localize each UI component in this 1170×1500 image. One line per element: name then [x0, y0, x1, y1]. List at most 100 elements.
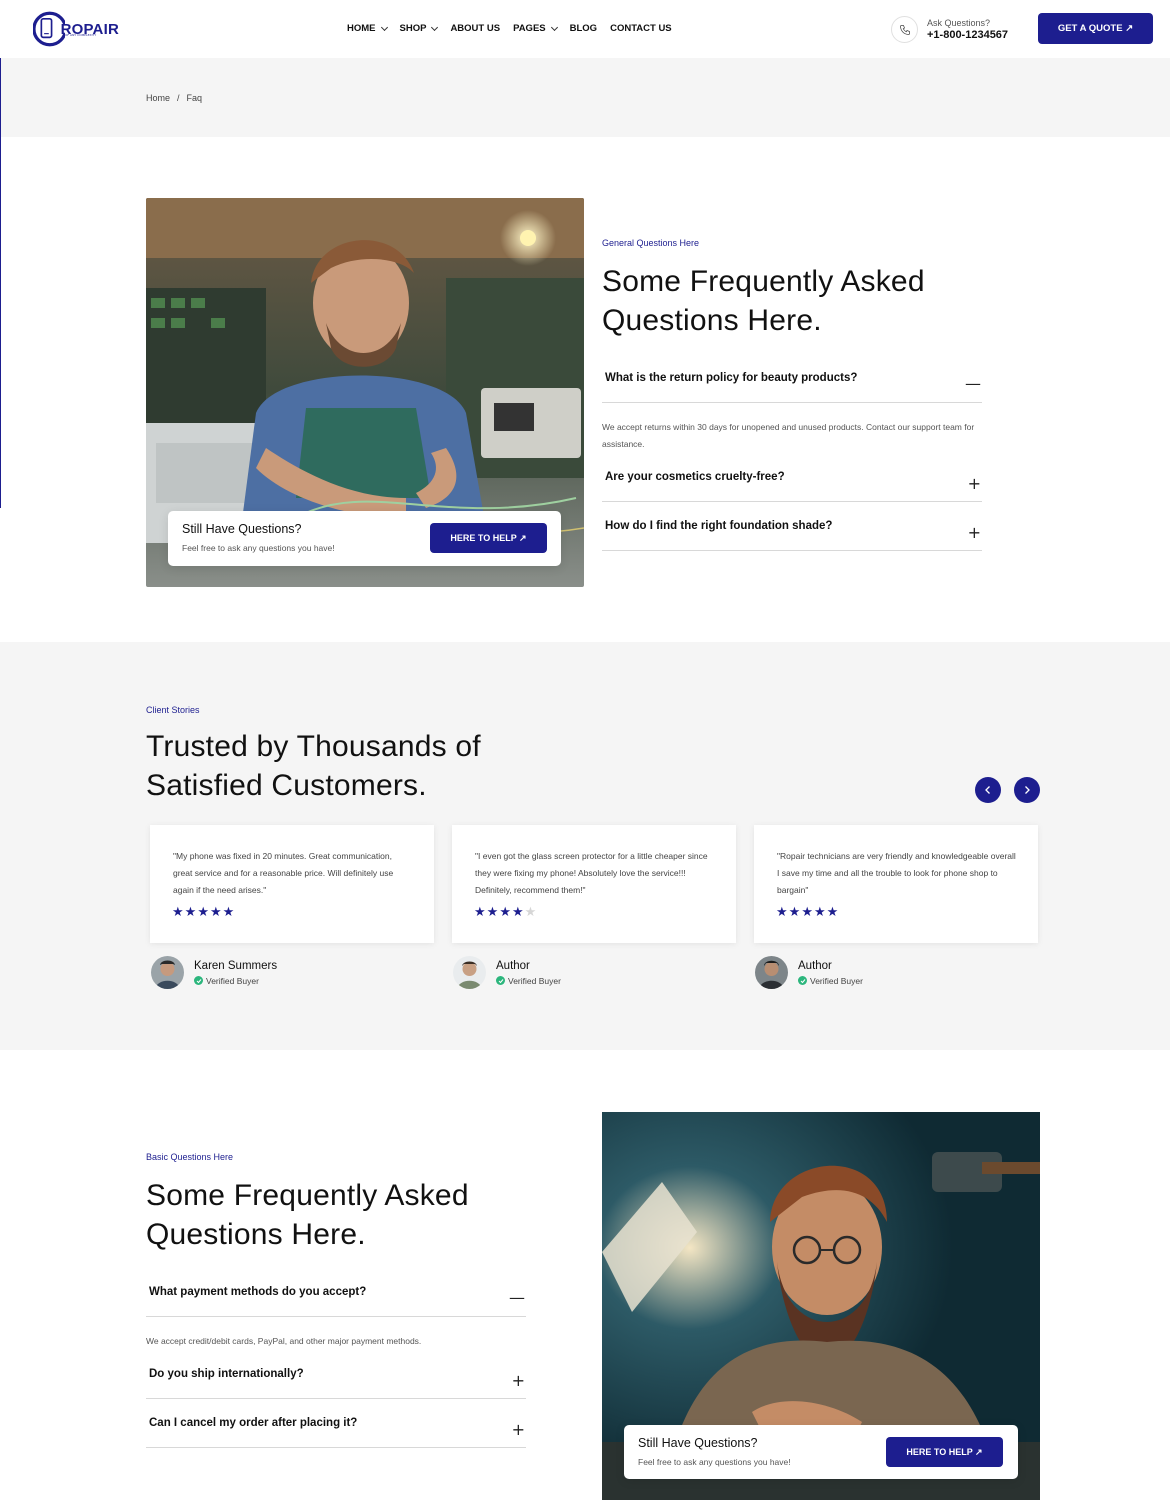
faq-item-2[interactable]: Do you ship internationally? + [146, 1368, 526, 1399]
star-rating: ★★★★★ [474, 905, 537, 920]
testimonials-title-line1: Trusted by Thousands of [146, 730, 481, 763]
star-filled-icon: ★ [172, 905, 185, 920]
star-filled-icon: ★ [184, 905, 198, 920]
star-filled-icon: ★ [813, 905, 827, 920]
author-name: Author [496, 959, 530, 972]
section-eyebrow: General Questions Here [602, 238, 700, 248]
get-a-quote-button[interactable]: GET A QUOTE ↗ [1038, 13, 1153, 44]
nav-item-blog[interactable]: BLOG [570, 23, 597, 34]
faq-title-line2: Questions Here. [146, 1218, 366, 1251]
minus-icon: — [965, 374, 981, 393]
section-eyebrow: Basic Questions Here [146, 1152, 234, 1162]
section-eyebrow: Client Stories [146, 705, 200, 715]
plus-icon: + [511, 1420, 525, 1439]
testimonial-text: "My phone was fixed in 20 minutes. Great… [173, 851, 394, 895]
star-filled-icon: ★ [788, 905, 802, 920]
verified-badge: Verified Buyer [496, 976, 561, 986]
nav-label: CONTACT US [610, 23, 672, 34]
brand-logo[interactable]: ROPAIR OF ANY COMPLEXITY [33, 8, 119, 50]
verified-label: Verified Buyer [810, 975, 863, 986]
phone-icon[interactable] [891, 16, 918, 43]
star-filled-icon: ★ [826, 905, 840, 920]
check-icon [194, 976, 203, 985]
star-rating: ★★★★★ [776, 905, 839, 920]
carousel-prev-button[interactable] [975, 777, 1001, 803]
breadcrumb-separator: / [177, 93, 180, 103]
author-name: Karen Summers [194, 959, 278, 972]
nav-label: HOME [347, 23, 376, 34]
faq-item-3[interactable]: Can I cancel my order after placing it? … [146, 1417, 526, 1448]
faq-question: Can I cancel my order after placing it? [149, 1417, 358, 1429]
breadcrumb-home-link[interactable]: Home [146, 93, 170, 103]
check-icon [798, 976, 807, 985]
nav-label: BLOG [569, 23, 598, 34]
avatar [151, 956, 184, 989]
nav-label: PAGES [513, 23, 546, 34]
testimonial-author: Karen Summers Verified Buyer [151, 956, 277, 989]
help-card-subtitle: Feel free to ask any questions you have! [182, 543, 335, 553]
nav-item-home[interactable]: HOME [347, 23, 388, 34]
chevron-down-icon [550, 23, 558, 31]
star-filled-icon: ★ [222, 905, 236, 920]
verified-label: Verified Buyer [508, 975, 561, 986]
verified-badge: Verified Buyer [194, 976, 277, 986]
help-card-subtitle: Feel free to ask any questions you have! [638, 1457, 791, 1467]
star-filled-icon: ★ [474, 905, 487, 920]
chevron-down-icon [431, 23, 439, 31]
faq-item-3[interactable]: How do I find the right foundation shade… [602, 520, 982, 551]
faq-item-1[interactable]: What is the return policy for beauty pro… [602, 372, 982, 403]
here-to-help-button[interactable]: HERE TO HELP ↗ [886, 1437, 1003, 1467]
brand-tagline: OF ANY COMPLEXITY [65, 33, 97, 37]
testimonial-card: "Ropair technicians are very friendly an… [754, 825, 1038, 943]
star-filled-icon: ★ [776, 905, 789, 920]
help-card-title: Still Have Questions? [638, 1436, 758, 1450]
faq-answer: We accept returns within 30 days for uno… [602, 422, 975, 449]
check-icon [496, 976, 505, 985]
faq-question: Do you ship internationally? [149, 1368, 304, 1380]
avatar [453, 956, 486, 989]
star-filled-icon: ★ [209, 905, 223, 920]
nav-label: SHOP [399, 23, 427, 34]
main-nav: HOME SHOP ABOUT US PAGES BLOG CONTACT US [347, 23, 685, 34]
nav-item-pages[interactable]: PAGES [513, 23, 558, 34]
chevron-down-icon [380, 23, 388, 31]
faq-question: How do I find the right foundation shade… [605, 520, 833, 532]
chevron-left-icon [985, 786, 990, 794]
faq-title-line1: Some Frequently Asked [146, 1179, 469, 1212]
verified-badge: Verified Buyer [798, 976, 863, 986]
plus-icon: + [511, 1371, 525, 1390]
testimonial-card: "I even got the glass screen protector f… [452, 825, 736, 943]
avatar [755, 956, 788, 989]
faq-item-2[interactable]: Are your cosmetics cruelty-free? + [602, 471, 982, 502]
star-empty-icon: ★ [524, 905, 538, 920]
testimonial-author: Author Verified Buyer [755, 956, 863, 989]
plus-icon: + [967, 474, 981, 493]
faq-question: Are your cosmetics cruelty-free? [605, 471, 785, 483]
nav-item-about-us[interactable]: ABOUT US [450, 23, 500, 34]
star-filled-icon: ★ [801, 905, 814, 920]
breadcrumb: Home / Faq [146, 93, 202, 103]
verified-label: Verified Buyer [206, 975, 259, 986]
still-have-questions-card: Still Have Questions? Feel free to ask a… [624, 1425, 1018, 1479]
nav-item-contact-us[interactable]: CONTACT US [610, 23, 672, 34]
here-to-help-button[interactable]: HERE TO HELP ↗ [430, 523, 547, 553]
faq-title-line2: Questions Here. [602, 304, 822, 337]
testimonial-author: Author Verified Buyer [453, 956, 561, 989]
faq-item-1[interactable]: What payment methods do you accept? — [146, 1286, 526, 1317]
star-filled-icon: ★ [499, 905, 512, 920]
plus-icon: + [967, 523, 981, 542]
phone-number[interactable]: +1-800-1234567 [927, 29, 1008, 41]
phone-handset-icon [899, 24, 910, 35]
star-filled-icon: ★ [486, 905, 500, 920]
breadcrumb-current: Faq [186, 93, 203, 103]
still-have-questions-card: Still Have Questions? Feel free to ask a… [168, 511, 561, 566]
faq-question: What is the return policy for beauty pro… [605, 372, 858, 384]
testimonial-card: "My phone was fixed in 20 minutes. Great… [150, 825, 434, 943]
chevron-right-icon [1025, 786, 1030, 794]
edge-accent-line [0, 58, 1, 508]
star-rating: ★★★★★ [172, 905, 235, 920]
carousel-next-button[interactable] [1014, 777, 1040, 803]
testimonial-text: "Ropair technicians are very friendly an… [777, 851, 1016, 895]
author-name: Author [798, 959, 832, 972]
nav-item-shop[interactable]: SHOP [399, 23, 439, 34]
